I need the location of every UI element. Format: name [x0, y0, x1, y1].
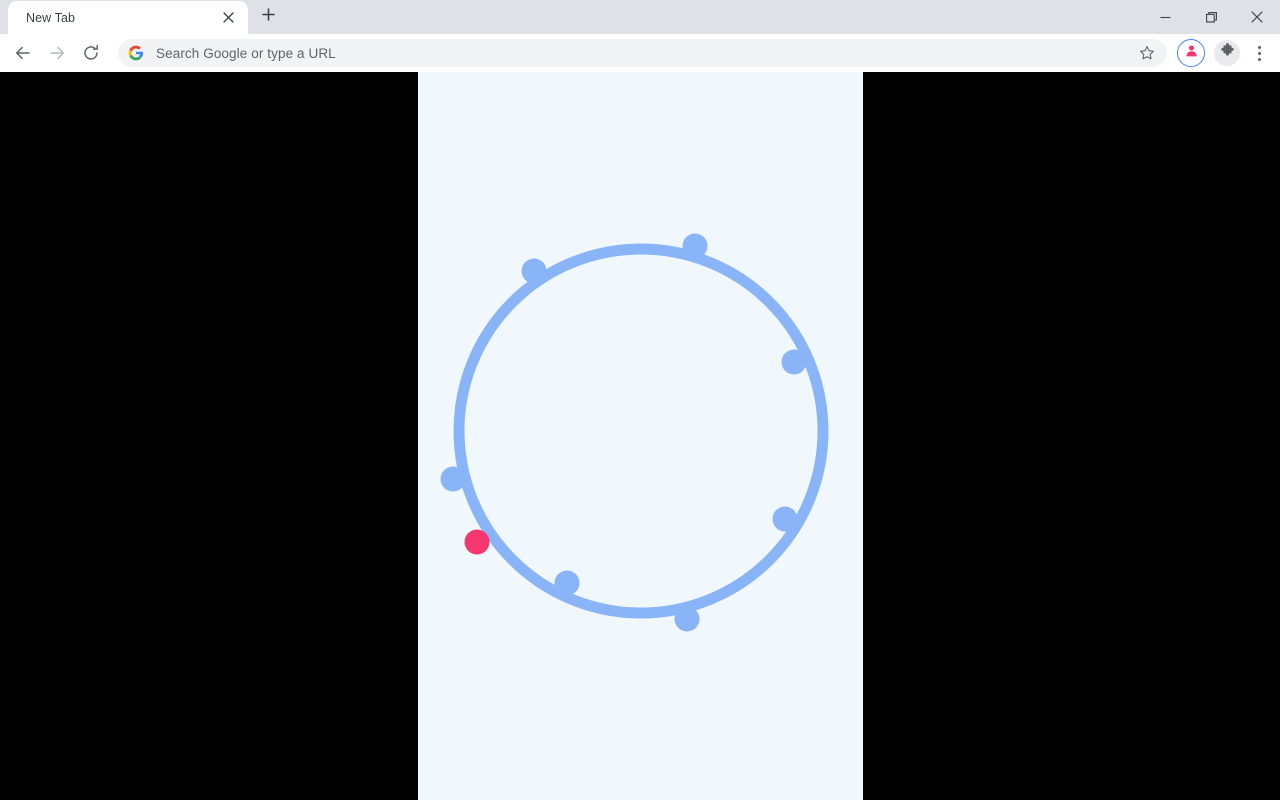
tab-strip: New Tab: [0, 0, 1280, 34]
track-dot[interactable]: [682, 233, 707, 259]
track-dot[interactable]: [554, 570, 579, 596]
maximize-button[interactable]: [1188, 0, 1234, 34]
extensions-button[interactable]: [1214, 40, 1240, 66]
profile-avatar-icon: [1184, 43, 1199, 63]
close-icon: [1251, 11, 1263, 23]
close-icon[interactable]: [218, 8, 238, 28]
puzzle-piece-icon: [1220, 43, 1235, 63]
browser-tab[interactable]: New Tab: [8, 1, 248, 34]
track-dot[interactable]: [674, 606, 699, 632]
track-dot[interactable]: [772, 506, 797, 532]
circle-track-canvas[interactable]: [418, 72, 863, 800]
forward-button[interactable]: [42, 38, 72, 68]
tab-title: New Tab: [26, 10, 76, 25]
reload-icon: [82, 44, 100, 62]
back-arrow-icon: [14, 44, 32, 62]
track-dot[interactable]: [464, 529, 489, 555]
browser-toolbar: Search Google or type a URL: [0, 34, 1280, 72]
track-dot[interactable]: [521, 258, 546, 284]
new-tab-button[interactable]: [254, 3, 282, 31]
page-content-letterbox: [0, 72, 1280, 800]
reload-button[interactable]: [76, 38, 106, 68]
google-g-icon: [128, 45, 144, 61]
forward-arrow-icon: [48, 44, 66, 62]
browser-menu-button[interactable]: [1246, 40, 1272, 66]
back-button[interactable]: [8, 38, 38, 68]
address-bar[interactable]: Search Google or type a URL: [118, 39, 1167, 67]
bookmark-star-icon[interactable]: [1135, 41, 1159, 65]
track-dot[interactable]: [781, 349, 806, 375]
profile-avatar-button[interactable]: [1177, 39, 1205, 67]
minimize-button[interactable]: [1142, 0, 1188, 34]
three-dot-menu-icon: [1257, 45, 1261, 61]
address-bar-input[interactable]: Search Google or type a URL: [156, 46, 1135, 61]
browser-window: New Tab Search Google or type a URL: [0, 0, 1280, 800]
track-dot[interactable]: [440, 466, 465, 492]
minimize-icon: [1160, 12, 1171, 23]
close-window-button[interactable]: [1234, 0, 1280, 34]
circle-track-ring: [453, 243, 828, 619]
window-controls: [1142, 0, 1280, 34]
maximize-icon: [1205, 11, 1217, 23]
plus-icon: [261, 8, 275, 26]
page-viewport: [417, 72, 863, 800]
